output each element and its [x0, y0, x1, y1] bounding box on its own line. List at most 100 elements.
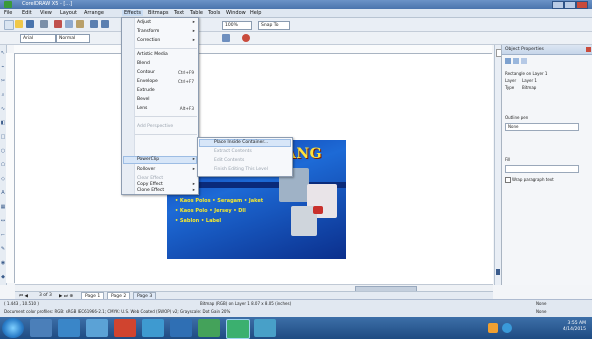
menu-table[interactable]: Table: [190, 10, 203, 16]
system-clock[interactable]: 3:55 AM 4/14/2015: [563, 321, 586, 333]
docker-title-bar: Object Properties: [502, 45, 592, 55]
tray-icon[interactable]: [488, 323, 498, 333]
menu-item-bevel[interactable]: Bevel: [137, 97, 150, 102]
submenu-item-place-inside[interactable]: Place Inside Container...: [214, 140, 268, 145]
menu-text[interactable]: Text: [174, 10, 184, 16]
app-icon: [4, 1, 12, 8]
taskbar-app-icon[interactable]: [142, 319, 164, 337]
fill-tab-icon[interactable]: [505, 58, 511, 64]
vertical-ruler[interactable]: [6, 53, 15, 283]
menu-item-contour[interactable]: Contour: [137, 70, 155, 75]
submenu-arrow-icon: ▸: [192, 38, 195, 43]
object-info: Bitmap (RGB) on Layer 1 8.07 x 8.05 (inc…: [200, 301, 292, 306]
status-bar: ( 1.443 , 10.510 ) Bitmap (RGB) on Layer…: [0, 299, 592, 318]
start-button[interactable]: [2, 318, 24, 338]
menu-item-powerclip[interactable]: PowerClip: [137, 157, 159, 162]
maximize-button[interactable]: [564, 1, 576, 9]
menu-item-blend[interactable]: Blend: [137, 61, 150, 66]
banner-line-3: • Sablon • Label: [175, 218, 222, 224]
clock-date: 4/14/2015: [562, 327, 586, 332]
menu-item-artistic-media[interactable]: Artistic Media: [137, 52, 168, 57]
docker-outline-label: Outline pen: [505, 115, 529, 120]
taskbar-app-icon[interactable]: [86, 319, 108, 337]
docker-layer-value: Layer 1: [522, 78, 537, 83]
submenu-arrow-icon: ▸: [192, 20, 195, 25]
taskbar-app-icon[interactable]: [254, 319, 276, 337]
wrap-checkbox[interactable]: [505, 177, 511, 183]
submenu-arrow-icon: ▸: [192, 167, 195, 172]
banner-line-1: • Kaos Polos • Seragam • Jaket: [175, 198, 264, 204]
taskbar-media-icon[interactable]: [114, 319, 136, 337]
banner-line-2: • Kaos Polo • Jersey • Dll: [175, 208, 246, 214]
menu-file[interactable]: File: [4, 10, 12, 16]
size-combo[interactable]: Normal: [56, 34, 90, 43]
redo-icon[interactable]: [101, 20, 109, 28]
menu-item-correction[interactable]: Correction: [137, 38, 160, 43]
window-title: CorelDRAW X5 - [...]: [22, 1, 73, 7]
object-properties-docker: Object Properties Rectangle on Layer 1 L…: [501, 45, 592, 285]
docker-type-value: Bitmap: [522, 85, 537, 90]
color-icon[interactable]: [242, 34, 250, 42]
menu-bitmaps[interactable]: Bitmaps: [148, 10, 169, 16]
align-icon[interactable]: [222, 34, 230, 42]
horizontal-ruler[interactable]: [14, 45, 492, 54]
menu-effects[interactable]: Effects: [122, 10, 143, 16]
shortcut-envelope: Ctrl+F7: [177, 79, 194, 84]
menu-help[interactable]: Help: [250, 10, 261, 16]
docker-title: Object Properties: [505, 47, 544, 52]
docker-outline-select[interactable]: None: [505, 123, 579, 131]
menu-item-transform[interactable]: Transform: [137, 29, 159, 34]
menu-edit[interactable]: Edit: [22, 10, 32, 16]
docker-fill-select[interactable]: [505, 165, 579, 173]
docker-close-icon[interactable]: [586, 47, 591, 52]
taskbar-coreldraw-icon[interactable]: [226, 319, 250, 339]
docker-object-label: Rectangle on Layer 1: [505, 71, 548, 76]
tray-help-icon[interactable]: [502, 323, 512, 333]
submenu-arrow-icon: ▸: [192, 182, 195, 187]
general-tab-icon[interactable]: [521, 58, 527, 64]
new-icon[interactable]: [4, 20, 14, 30]
swatch-blue[interactable]: [496, 269, 500, 275]
zoom-combo[interactable]: 100%: [222, 21, 252, 30]
menu-item-add-perspective: Add Perspective: [137, 124, 174, 129]
menu-item-adjust[interactable]: Adjust: [137, 20, 151, 25]
paste-icon[interactable]: [76, 20, 84, 28]
taskbar-explorer-icon[interactable]: [30, 319, 52, 337]
font-combo[interactable]: Arial: [20, 34, 56, 43]
menu-item-rollover[interactable]: Rollover: [137, 167, 155, 172]
menu-window[interactable]: Window: [226, 10, 246, 16]
standard-toolbar: 100% Snap To: [0, 18, 592, 32]
menu-tools[interactable]: Tools: [208, 10, 220, 16]
taskbar-ie-icon[interactable]: [58, 319, 80, 337]
menu-layout[interactable]: Layout: [60, 10, 77, 16]
snap-to-combo[interactable]: Snap To: [258, 21, 290, 30]
menu-separator: [135, 134, 197, 135]
menu-arrange[interactable]: Arrange: [84, 10, 104, 16]
menu-item-copy-effect[interactable]: Copy Effect: [137, 182, 163, 187]
cut-icon[interactable]: [54, 20, 62, 28]
menu-highlight: [123, 156, 197, 164]
effects-menu: Adjust ▸ Transform ▸ Correction ▸ Artist…: [121, 17, 199, 195]
taskbar-app-icon[interactable]: [170, 319, 192, 337]
minimize-button[interactable]: [552, 1, 564, 9]
menu-view[interactable]: View: [40, 10, 52, 16]
copy-icon[interactable]: [65, 20, 73, 28]
close-button[interactable]: [576, 1, 588, 9]
menu-item-clone-effect[interactable]: Clone Effect: [137, 188, 164, 193]
docker-layer-label: Layer: [505, 78, 517, 83]
menu-item-envelope[interactable]: Envelope: [137, 79, 158, 84]
menu-item-extrude[interactable]: Extrude: [137, 88, 155, 93]
outline-indicator[interactable]: None: [536, 309, 546, 314]
color-palette: [494, 45, 502, 285]
page-counter: 3 of 3: [39, 293, 52, 298]
open-icon[interactable]: [15, 20, 23, 28]
fill-indicator[interactable]: None: [536, 301, 546, 306]
undo-icon[interactable]: [90, 20, 98, 28]
print-icon[interactable]: [40, 20, 48, 28]
taskbar-app-icon[interactable]: [198, 319, 220, 337]
shortcut-lens: Alt+F3: [179, 106, 194, 111]
menu-item-lens[interactable]: Lens: [137, 106, 147, 111]
outline-tab-icon[interactable]: [513, 58, 519, 64]
save-icon[interactable]: [26, 20, 34, 28]
submenu-arrow-icon: ▸: [192, 188, 195, 193]
